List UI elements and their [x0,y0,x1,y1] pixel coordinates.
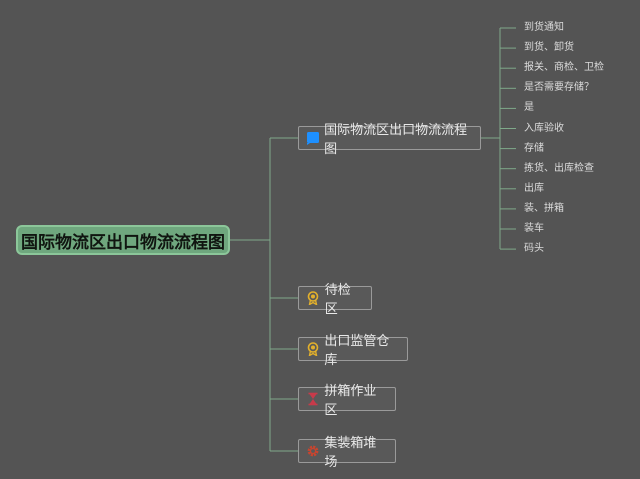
flag-icon [305,130,320,146]
branch-export-flow[interactable]: 国际物流区出口物流流程图 [298,123,481,157]
gear-icon [305,443,320,459]
branch-label: 出口监管仓库 [324,334,390,368]
leaf-topic[interactable]: 到货、卸货 [524,42,574,54]
root-topic[interactable]: 国际物流区出口物流流程图 [16,225,230,255]
branch-label: 集装箱堆场 [324,436,377,470]
branch-container-yard[interactable]: 集装箱堆场 [298,436,396,470]
leaf-topic[interactable]: 报关、商检、卫检 [524,62,604,74]
branch-consolidation-area[interactable]: 拼箱作业区 [298,384,396,418]
leaf-topic[interactable]: 入库验收 [524,123,564,135]
leaf-topic[interactable]: 装车 [524,223,544,235]
leaf-topic[interactable]: 存储 [524,143,544,155]
branch-label: 国际物流区出口物流流程图 [324,123,468,157]
mind-map-canvas: 国际物流区出口物流流程图 国际物流区出口物流流程图 待检区 出口监管仓库 拼箱作… [0,0,640,479]
hourglass-icon [305,391,320,407]
leaf-topic[interactable]: 装、拼箱 [524,203,564,215]
branch-label: 待检区 [324,283,351,317]
leaf-topic[interactable]: 是否需要存储？ [524,82,594,94]
leaf-topic[interactable]: 码头 [524,243,544,255]
leaf-topic[interactable]: 是 [524,102,534,114]
leaf-topic[interactable]: 拣货、出库检查 [524,163,594,175]
branch-inspection-area[interactable]: 待检区 [298,283,372,317]
award-icon [305,341,320,357]
leaf-topic[interactable]: 到货通知 [524,22,564,34]
branch-label: 拼箱作业区 [324,384,377,418]
award-icon [305,290,321,306]
leaf-topic[interactable]: 出库 [524,183,544,195]
root-topic-label: 国际物流区出口物流流程图 [21,232,225,253]
branch-bonded-warehouse[interactable]: 出口监管仓库 [298,334,408,368]
